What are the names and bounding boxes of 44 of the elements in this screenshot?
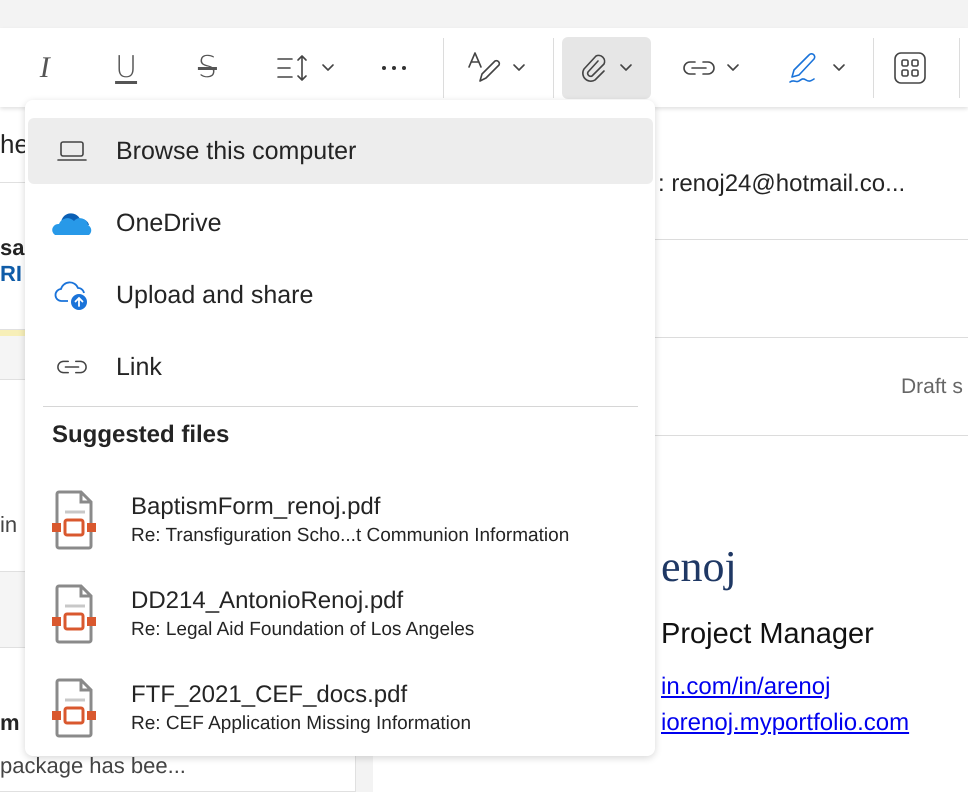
- caret-icon: [512, 62, 526, 72]
- section-heading: Suggested files: [51, 421, 230, 449]
- file-name: BaptismForm_renoj.pdf: [131, 493, 382, 521]
- laptop-icon: [56, 140, 88, 162]
- underline-button[interactable]: U: [97, 36, 155, 98]
- file-item[interactable]: BaptismForm_renoj.pdf Re: Transfiguration Scho...t Communion Information: [28, 473, 653, 567]
- cloud-upload-icon: [54, 279, 90, 311]
- text-pen-icon: [466, 50, 502, 84]
- more-icon: [380, 64, 408, 72]
- sender-name: m: [0, 710, 20, 736]
- message-tag: RI: [0, 261, 22, 288]
- signature-link[interactable]: in.com/in/arenoj: [661, 673, 830, 701]
- file-name: FTF_2021_CEF_docs.pdf: [131, 681, 408, 709]
- caret-icon: [619, 62, 634, 72]
- strike-button[interactable]: S: [178, 36, 236, 98]
- menu-item[interactable]: OneDrive: [28, 190, 653, 256]
- attach-button[interactable]: [562, 36, 651, 98]
- caret-icon: [320, 62, 335, 72]
- menu-item[interactable]: Upload and share: [28, 262, 653, 328]
- draft-status: Draft s: [901, 374, 963, 398]
- file-subtitle: Re: Legal Aid Foundation of Los Angeles: [131, 619, 474, 641]
- menu-item[interactable]: Browse this computer: [28, 118, 653, 184]
- file-subtitle: Re: Transfiguration Scho...t Communion Information: [131, 525, 570, 547]
- link-icon: [682, 58, 716, 76]
- message-preview: package has bee...: [0, 752, 186, 779]
- caret-icon: [726, 62, 740, 72]
- pdf-file-icon: [51, 490, 97, 550]
- italic-button[interactable]: I: [16, 36, 74, 98]
- menu-item[interactable]: Link: [28, 334, 653, 400]
- caret-icon: [832, 62, 846, 72]
- link-icon: [56, 358, 88, 376]
- file-subtitle: Re: CEF Application Missing Information: [131, 713, 472, 735]
- pdf-file-icon: [51, 678, 97, 738]
- sender-name: sa: [0, 235, 24, 262]
- recipient-text: : renoj24@hotmail.co...: [658, 170, 906, 198]
- signature-link[interactable]: iorenoj.myportfolio.com: [661, 709, 910, 737]
- apps-icon: [893, 50, 928, 84]
- file-name: DD214_AntonioRenoj.pdf: [131, 587, 404, 615]
- file-item[interactable]: DD214_AntonioRenoj.pdf Re: Legal Aid Foundation of Los Angeles: [28, 567, 653, 661]
- signature-title: Project Manager: [661, 618, 874, 651]
- message-preview: in: [0, 512, 18, 538]
- file-item[interactable]: FTF_2021_CEF_docs.pdf Re: CEF Application Missing Information: [28, 661, 653, 755]
- signature-name: enoj: [661, 541, 737, 592]
- pdf-file-icon: [51, 584, 97, 644]
